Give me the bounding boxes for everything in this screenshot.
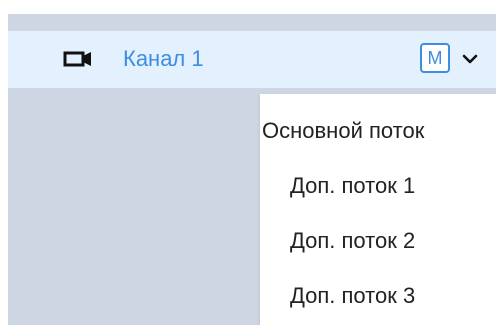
menu-item-sub-stream-3[interactable]: Доп. поток 3 <box>260 271 496 321</box>
menu-item-sub-stream-2[interactable]: Доп. поток 2 <box>260 216 496 266</box>
menu-item-label: Доп. поток 3 <box>290 283 416 308</box>
channel-name: Канал 1 <box>123 46 204 71</box>
chevron-down-icon[interactable] <box>462 53 478 65</box>
menu-item-main-stream[interactable]: Основной поток <box>260 106 496 156</box>
stream-dropdown-menu: Основной поток Доп. поток 1 Доп. поток 2… <box>260 94 496 325</box>
channel-row[interactable]: Канал 1 M <box>8 31 496 88</box>
menu-item-label: Доп. поток 2 <box>290 228 416 253</box>
menu-item-sub-stream-1[interactable]: Доп. поток 1 <box>260 161 496 211</box>
screen: Канал 1 M Основной поток Доп. поток 1 До… <box>0 0 496 325</box>
stream-type-badge[interactable]: M <box>420 43 450 73</box>
video-camera-icon <box>63 51 91 67</box>
menu-item-label: Доп. поток 1 <box>290 173 416 198</box>
menu-item-label: Основной поток <box>262 118 425 143</box>
